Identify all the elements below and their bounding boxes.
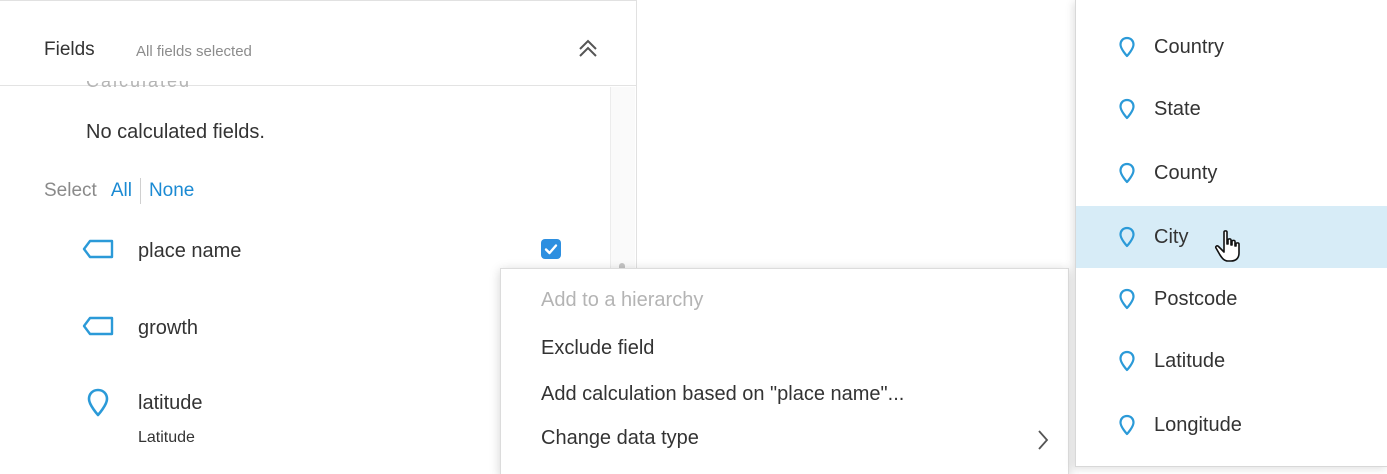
collapse-chevron-up-icon[interactable] xyxy=(574,35,602,63)
menu-item-add-calculation[interactable]: Add calculation based on "place name"... xyxy=(541,383,904,406)
geo-item-latitude[interactable]: Latitude xyxy=(1076,330,1387,392)
geo-item-state[interactable]: State xyxy=(1076,78,1387,140)
geo-item-longitude[interactable]: Longitude xyxy=(1076,394,1387,456)
field-name: place name xyxy=(138,240,242,262)
geo-item-postcode[interactable]: Postcode xyxy=(1076,268,1387,330)
select-none-link[interactable]: None xyxy=(149,180,194,202)
fields-panel-header[interactable]: Fields All fields selected xyxy=(0,9,636,86)
geo-item-label: City xyxy=(1154,225,1189,248)
panel-title: Fields xyxy=(44,39,95,60)
map-pin-icon xyxy=(1119,414,1135,436)
field-row-growth[interactable]: growth xyxy=(80,314,198,343)
menu-item-add-to-hierarchy: Add to a hierarchy xyxy=(541,289,704,311)
dimension-tag-icon xyxy=(80,314,116,343)
select-row: Select All None xyxy=(44,178,194,204)
field-checkbox-place-name[interactable] xyxy=(541,239,561,259)
map-pin-icon xyxy=(1119,226,1135,248)
menu-item-exclude-field[interactable]: Exclude field xyxy=(541,337,654,360)
map-pin-icon xyxy=(1119,162,1135,184)
dimension-tag-icon xyxy=(80,237,116,266)
map-pin-icon xyxy=(80,387,116,419)
field-row-latitude[interactable]: latitude xyxy=(80,387,203,419)
select-divider xyxy=(139,178,141,204)
map-pin-icon xyxy=(1119,36,1135,58)
geo-item-label: Country xyxy=(1154,35,1225,58)
select-all-link[interactable]: All xyxy=(111,180,132,202)
no-calculated-fields-text: No calculated fields. xyxy=(86,121,265,143)
field-name: latitude xyxy=(138,391,203,414)
select-label: Select xyxy=(44,180,97,201)
geo-item-label: State xyxy=(1154,97,1201,120)
geo-item-label: Latitude xyxy=(1154,349,1226,372)
geo-item-country[interactable]: Country xyxy=(1076,16,1387,78)
checkmark-icon xyxy=(544,244,558,255)
hand-pointer-cursor-icon xyxy=(1214,230,1240,262)
map-pin-icon xyxy=(1119,98,1135,120)
field-context-menu: Add to a hierarchy Exclude field Add cal… xyxy=(500,268,1069,474)
field-row-place-name[interactable]: place name xyxy=(80,237,241,266)
field-name: growth xyxy=(138,317,199,339)
map-pin-icon xyxy=(1119,288,1135,310)
geo-item-label: Postcode xyxy=(1154,287,1238,310)
geo-item-label: County xyxy=(1154,161,1218,184)
geo-item-label: Longitude xyxy=(1154,413,1242,436)
chevron-right-icon xyxy=(1036,428,1050,457)
field-geo-role: Latitude xyxy=(138,429,195,446)
stage: Fields All fields selected Calculated fi… xyxy=(0,0,1387,474)
panel-subtitle: All fields selected xyxy=(136,43,252,60)
section-heading-cut: Calculated fields xyxy=(86,81,192,91)
map-pin-icon xyxy=(1119,350,1135,372)
menu-item-change-data-type[interactable]: Change data type xyxy=(541,427,699,450)
geo-item-county[interactable]: County xyxy=(1076,142,1387,204)
